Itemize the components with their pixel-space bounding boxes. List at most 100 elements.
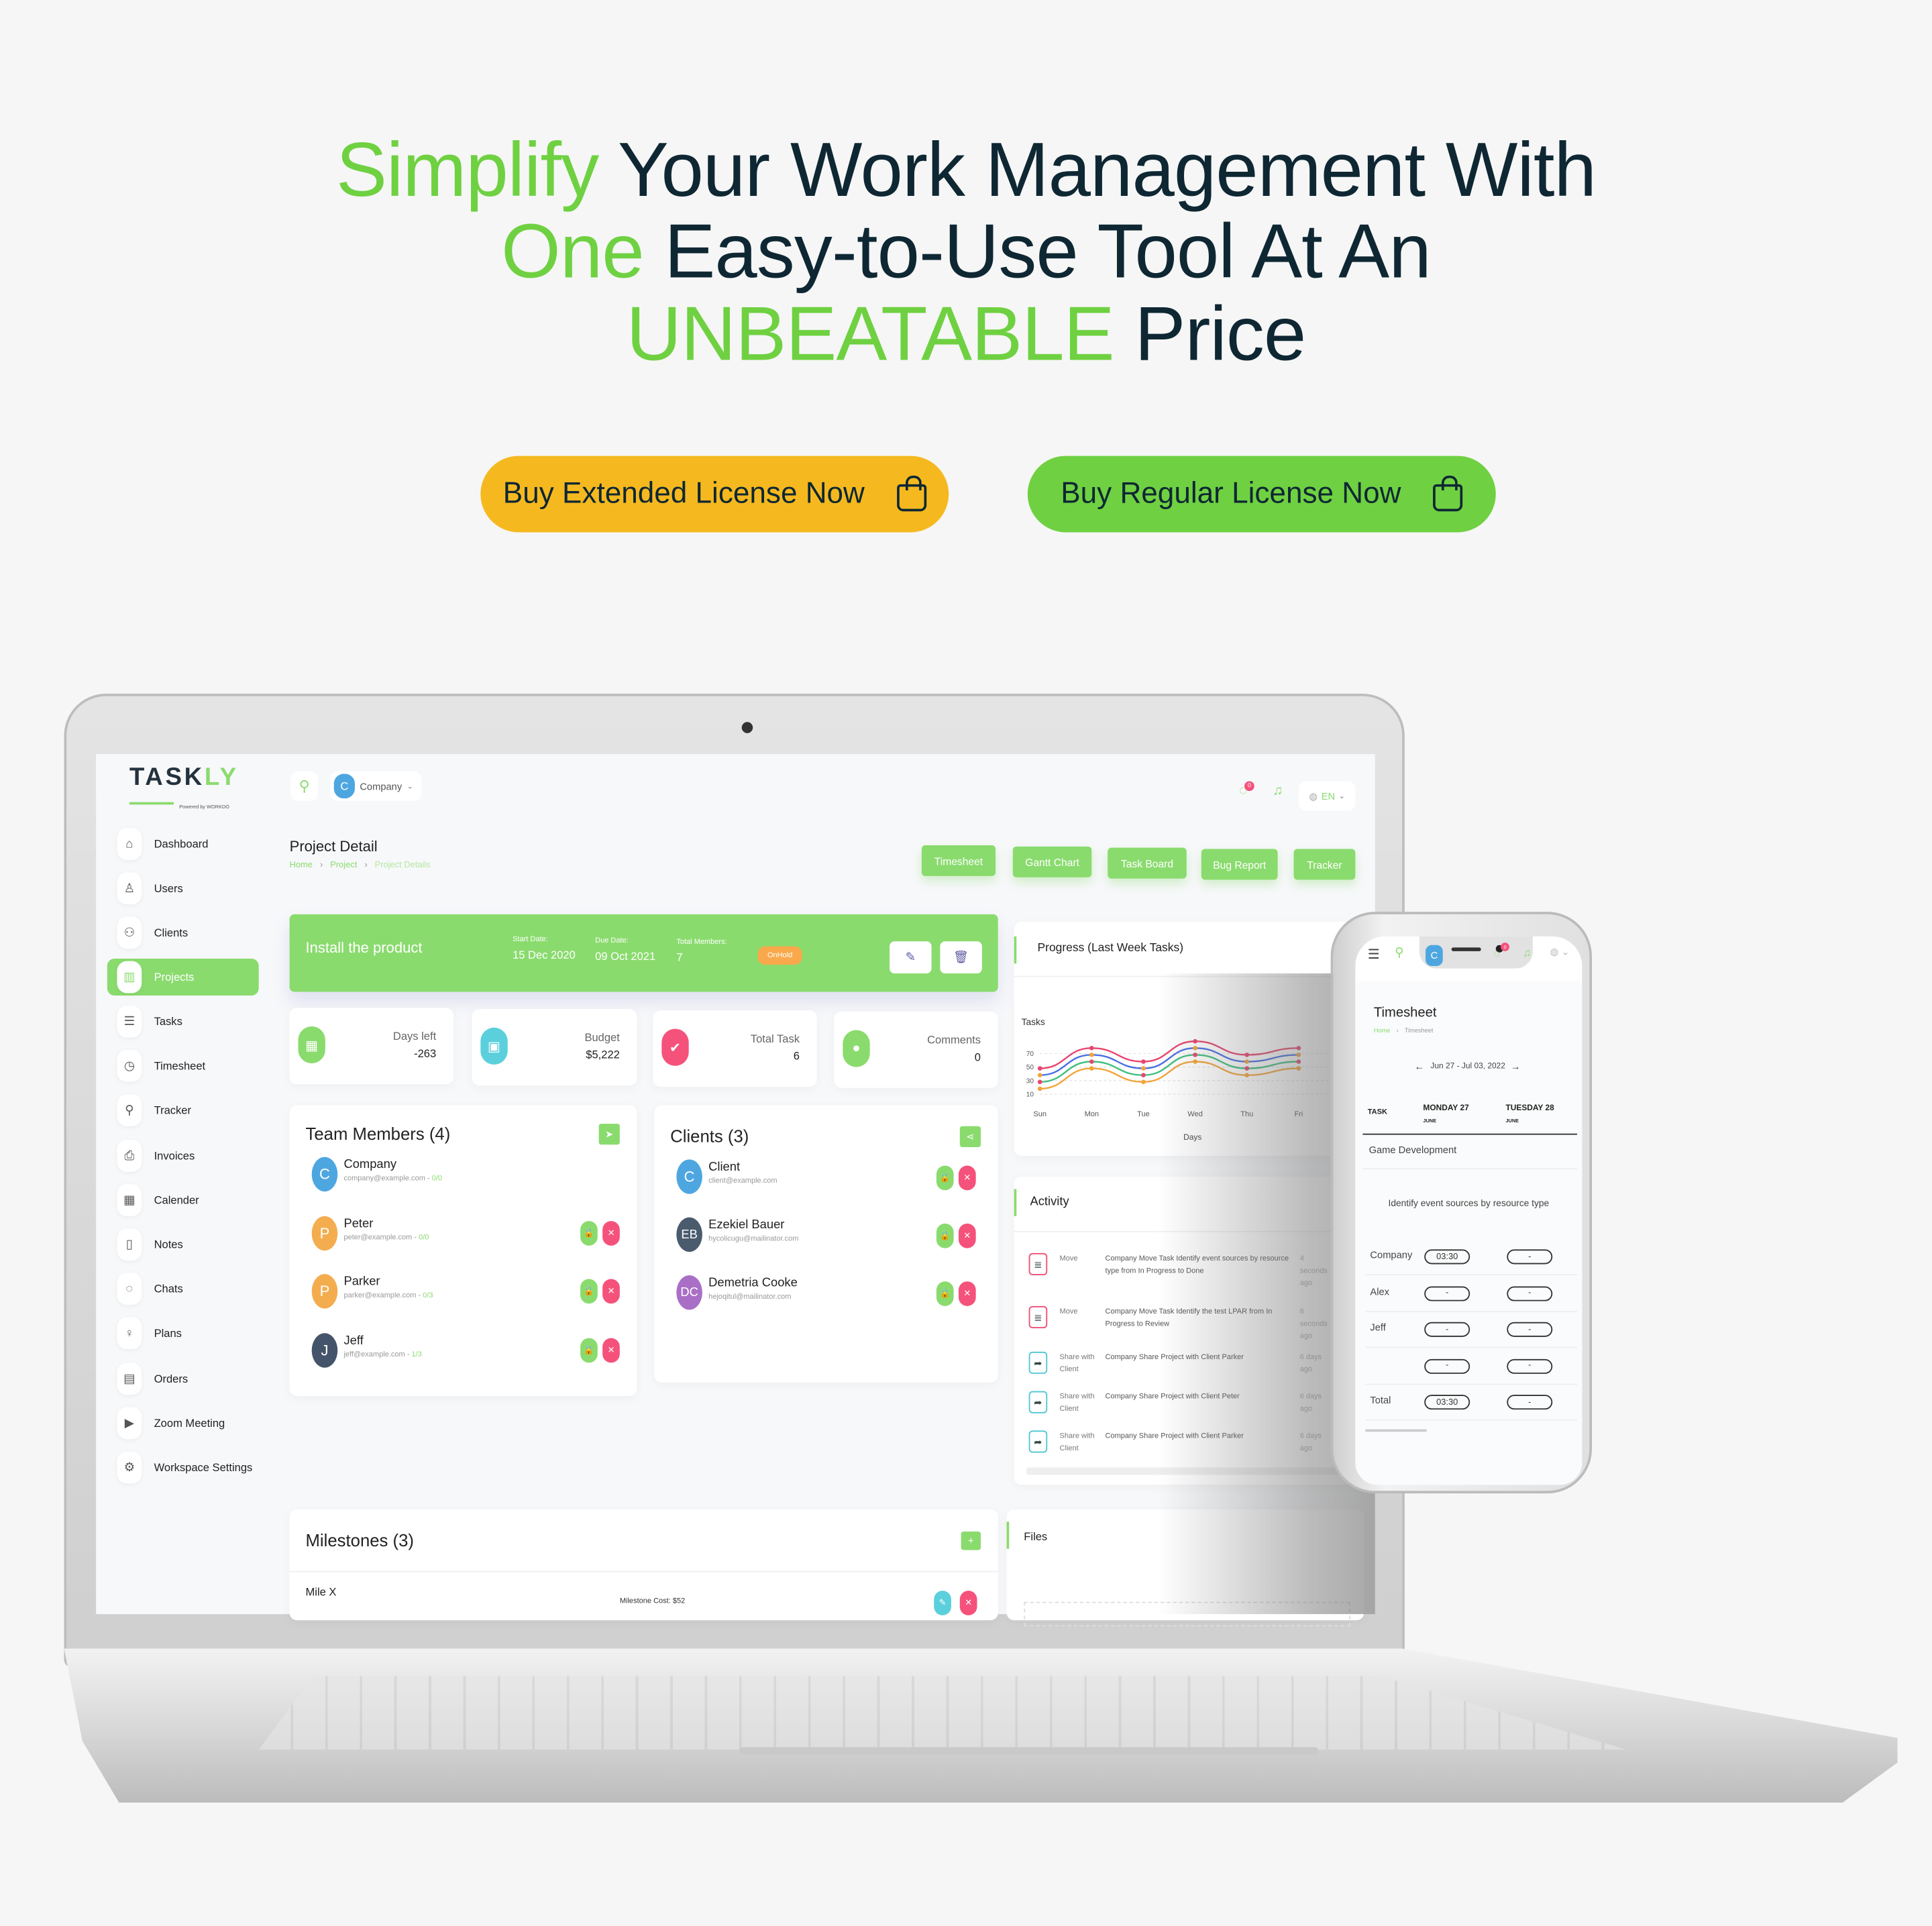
tuesday-hours-input[interactable]: - [1507, 1358, 1553, 1374]
notes-icon: ▯ [117, 1228, 142, 1261]
breadcrumb-home[interactable]: Home [290, 861, 313, 870]
gantt-chart-button[interactable]: Gantt Chart [1012, 846, 1092, 877]
headline-line-1: Simplify Your Work Management With [0, 130, 1932, 212]
sidebar-item-calender[interactable]: ▦ Calender [107, 1181, 259, 1218]
buy-extended-license-button[interactable]: Buy Extended License Now [480, 456, 949, 533]
bell-icon[interactable]: ♫ [1267, 784, 1289, 808]
delete-client-button[interactable]: ✕ [958, 1281, 976, 1306]
monday-hours-input[interactable]: - [1424, 1322, 1470, 1337]
sidebar-item-plans[interactable]: ♀ Plans [107, 1315, 259, 1352]
delete-member-button[interactable]: ✕ [602, 1337, 620, 1362]
sidebar-item-zoom-meeting[interactable]: ▶ Zoom Meeting [107, 1405, 259, 1442]
chat-icon[interactable]: ◌ 0 [1493, 943, 1509, 960]
stat-card-budget: ▣ Budget $5,222 [472, 1009, 637, 1086]
monday-hours-input[interactable]: - [1424, 1358, 1470, 1374]
timesheet-button[interactable]: Timesheet [921, 845, 996, 876]
search-icon[interactable]: ⚲ [1395, 947, 1403, 960]
taskly-logo[interactable]: TASKLY Powered by WORKDO [129, 764, 239, 814]
language-selector[interactable]: ◍ ⌄ [1550, 947, 1570, 958]
workspace-avatar[interactable]: C [1426, 945, 1443, 966]
share-client-button[interactable]: ⋖ [959, 1126, 981, 1147]
data-point [1296, 1053, 1301, 1057]
activity-time: 4 seconds ago [1299, 1255, 1328, 1288]
delete-member-button[interactable]: ✕ [602, 1279, 620, 1304]
workspace-switcher[interactable]: C Company ⌄ [330, 771, 422, 801]
y-axis-label: Tasks [1022, 1017, 1045, 1027]
week-next-button[interactable]: → [1511, 1061, 1521, 1072]
bug-report-button[interactable]: Bug Report [1201, 849, 1278, 880]
sidebar-item-dashboard[interactable]: ⌂ Dashboard [107, 826, 259, 863]
project-row: Game Development [1368, 1144, 1457, 1156]
breadcrumb-project[interactable]: Project [330, 861, 357, 870]
invite-member-button[interactable]: ➤ [598, 1124, 620, 1145]
chevron-down-icon: ⌄ [407, 783, 413, 791]
lock-permission-button[interactable]: 🔒 [936, 1165, 954, 1191]
headline-text: Price [1114, 292, 1306, 378]
tuesday-hours-input[interactable]: - [1507, 1249, 1553, 1265]
buy-regular-license-button[interactable]: Buy Regular License Now [1027, 456, 1496, 533]
delete-client-button[interactable]: ✕ [958, 1223, 976, 1248]
team-member-item: P Peter peter@example.com - 0/0 🔒 ✕ [307, 1215, 620, 1260]
language-selector[interactable]: ◍ EN ⌄ [1298, 781, 1356, 811]
add-milestone-button[interactable]: + [961, 1532, 981, 1550]
sidebar-item-chats[interactable]: ◌ Chats [107, 1271, 259, 1307]
lock-permission-button[interactable]: 🔒 [580, 1279, 598, 1304]
monday-hours-input[interactable]: 03:30 [1424, 1249, 1470, 1265]
sidebar-item-invoices[interactable]: ⎙ Invoices [107, 1137, 259, 1174]
column-task: TASK [1367, 1109, 1387, 1117]
activity-type: Move [1059, 1308, 1078, 1316]
tuesday-hours-input[interactable]: - [1507, 1285, 1553, 1301]
horizontal-scrollbar[interactable] [1365, 1429, 1427, 1432]
tuesday-hours-input[interactable]: - [1507, 1395, 1553, 1410]
tuesday-hours-input[interactable]: - [1507, 1322, 1553, 1337]
x-tick-label: Sun [1033, 1110, 1046, 1118]
search-icon[interactable]: ⚲ [290, 771, 318, 801]
sidebar-item-tasks[interactable]: ☰ Tasks [107, 1003, 259, 1040]
data-point [1141, 1066, 1146, 1071]
sidebar-item-orders[interactable]: ▤ Orders [107, 1360, 259, 1397]
week-range: Jun 27 - Jul 03, 2022 [1430, 1062, 1505, 1071]
sidebar-item-projects[interactable]: ▥ Projects [107, 958, 259, 996]
edit-milestone-button[interactable]: ✎ [934, 1591, 951, 1615]
client-name: Demetria Cooke [708, 1276, 798, 1291]
file-dropzone[interactable] [1024, 1601, 1351, 1627]
menu-icon[interactable]: ☰ [1368, 947, 1380, 962]
x-tick-label: Wed [1187, 1110, 1202, 1118]
stat-label: Budget [584, 1031, 620, 1044]
member-name: Peter [343, 1216, 374, 1230]
monday-hours-input[interactable]: - [1424, 1285, 1470, 1301]
delete-client-button[interactable]: ✕ [958, 1165, 976, 1191]
delete-member-button[interactable]: ✕ [602, 1220, 620, 1245]
y-tick-label: 50 [1026, 1064, 1034, 1071]
member-task-count: 0/0 [419, 1234, 429, 1242]
lock-permission-button[interactable]: 🔒 [936, 1281, 954, 1306]
week-prev-button[interactable]: ← [1415, 1061, 1425, 1072]
lock-permission-button[interactable]: 🔒 [580, 1337, 598, 1362]
chat-icon[interactable]: ◌ 0 [1232, 781, 1254, 808]
breadcrumb-home[interactable]: Home [1374, 1028, 1391, 1035]
sidebar-item-timesheet[interactable]: ◷ Timesheet [107, 1047, 259, 1084]
sidebar-item-label: Users [154, 882, 183, 895]
member-name: Jeff [343, 1334, 364, 1348]
sidebar-item-clients[interactable]: ⚇ Clients [107, 914, 259, 951]
client-name: Ezekiel Bauer [708, 1218, 785, 1232]
sidebar-item-workspace-settings[interactable]: ⚙ Workspace Settings [107, 1449, 259, 1486]
edit-project-button[interactable]: ✎ [890, 941, 932, 973]
x-tick-label: Tue [1137, 1110, 1150, 1118]
delete-milestone-button[interactable]: ✕ [959, 1591, 977, 1615]
lock-permission-button[interactable]: 🔒 [936, 1223, 954, 1248]
sidebar-item-tracker[interactable]: ⚲ Tracker [107, 1091, 259, 1128]
lock-permission-button[interactable]: 🔒 [580, 1220, 598, 1245]
y-tick-label: 70 [1026, 1051, 1034, 1058]
task-board-button[interactable]: Task Board [1108, 847, 1187, 879]
sidebar-item-users[interactable]: ♙ Users [107, 870, 259, 907]
delete-project-button[interactable]: 🗑 [940, 941, 982, 973]
activity-type: Share with Client [1059, 1433, 1095, 1453]
sidebar-item-notes[interactable]: ▯ Notes [107, 1226, 259, 1263]
monday-hours-input[interactable]: 03:30 [1424, 1395, 1470, 1410]
member-task-count: 0/0 [431, 1175, 443, 1183]
horizontal-scrollbar[interactable] [1026, 1467, 1347, 1475]
tracker-button[interactable]: Tracker [1293, 849, 1356, 880]
data-point [1089, 1066, 1094, 1071]
bell-icon[interactable]: ♫ [1523, 947, 1531, 959]
